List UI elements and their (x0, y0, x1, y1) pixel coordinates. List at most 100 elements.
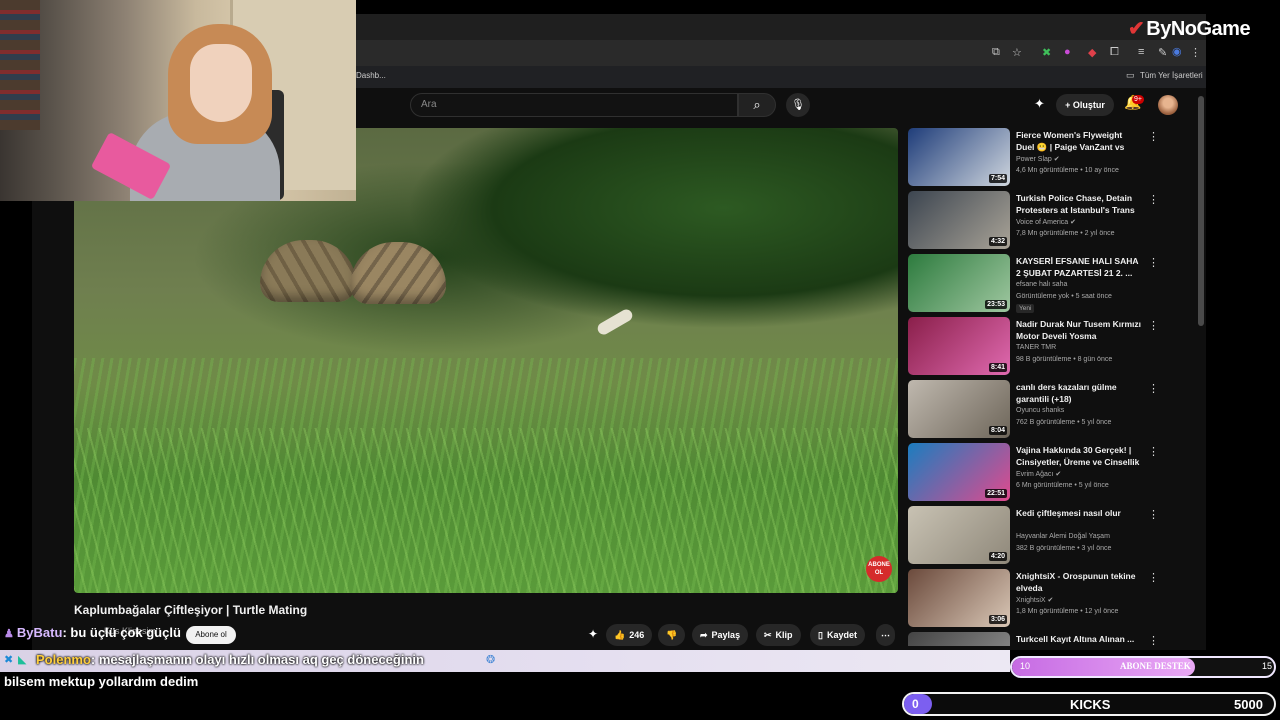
recommended-video[interactable]: 23:53 KAYSERİ EFSANE HALI SAHA 2 ŞUBAT PA… (908, 254, 1196, 314)
bookshelf (0, 0, 40, 130)
more-vertical-icon[interactable]: ⋮ (1148, 382, 1159, 395)
webcam-overlay (0, 0, 356, 201)
grass (74, 428, 898, 593)
recommended-video-title[interactable]: Turkish Police Chase, Detain Protesters … (1016, 192, 1142, 216)
video-duration: 8:04 (988, 426, 1007, 435)
more-vertical-icon[interactable]: ⋮ (1148, 130, 1159, 143)
create-button[interactable]: + Oluştur (1056, 94, 1114, 116)
bookmark-item[interactable]: Dashb... (356, 71, 386, 80)
extensions-puzzle-icon[interactable]: ⧠ (1110, 46, 1119, 59)
recommended-video[interactable]: 7:54 Fierce Women's Flyweight Duel 😬 | Pa… (908, 128, 1196, 188)
more-vertical-icon[interactable]: ⋮ (1148, 445, 1159, 458)
channel-name-text: Voice of America (1016, 219, 1069, 226)
more-vertical-icon[interactable]: ⋮ (1148, 634, 1159, 646)
recommended-video-title[interactable]: Fierce Women's Flyweight Duel 😬 | Paige … (1016, 129, 1142, 153)
video-meta: 7,8 Mn görüntüleme • 2 yıl önce (1016, 230, 1115, 237)
channel-name-text: Power Slap (1016, 156, 1052, 163)
recommended-channel[interactable]: Oyuncu shanks (1016, 407, 1064, 414)
scrollbar[interactable] (1198, 96, 1204, 326)
recommended-channel[interactable]: Hayvanlar Alemi Doğal Yaşam (1016, 533, 1110, 540)
channel-name-text: Evrim Ağacı (1016, 471, 1054, 478)
recommended-channel[interactable]: Power Slap ✔ (1016, 155, 1060, 163)
recommended-video[interactable]: 3:06 XnightsiX - Orospunun tekine elveda X… (908, 569, 1196, 629)
create-label: Oluştur (1072, 100, 1105, 110)
cast-icon[interactable]: ⧉ (992, 46, 1000, 59)
more-actions-button[interactable]: ⋯ (876, 624, 895, 646)
dislike-button[interactable]: 👎 (658, 624, 686, 646)
all-bookmarks-link[interactable]: Tüm Yer İşaretleri (1140, 71, 1203, 80)
more-vertical-icon[interactable]: ⋮ (1148, 193, 1159, 206)
recommended-video-title[interactable]: Turkcell Kayıt Altına Alınan ... (1016, 633, 1142, 645)
recommended-video-title[interactable]: KAYSERİ EFSANE HALI SAHA 2 ŞUBAT PAZARTE… (1016, 255, 1142, 279)
chat-username: Polenmo (36, 652, 91, 667)
video-duration: 22:51 (985, 489, 1007, 498)
recommended-video[interactable]: Turkcell Kayıt Altına Alınan ... ⋮ (908, 632, 1196, 646)
search-input[interactable]: Ara (410, 93, 738, 117)
recommended-channel[interactable]: Voice of America ✔ (1016, 218, 1076, 226)
plus-icon: + (1065, 100, 1073, 110)
bookmark-star-icon[interactable]: ☆ (1012, 46, 1022, 59)
channel-name-text: Hayvanlar Alemi Doğal Yaşam (1016, 533, 1110, 540)
video-thumbnail[interactable]: 8:41 (908, 317, 1010, 375)
extension-icon[interactable]: ✖ (1042, 46, 1051, 59)
extension-icon[interactable]: ● (1064, 46, 1071, 58)
recommended-video[interactable]: 22:51 Vajina Hakkında 30 Gerçek! | Cinsiy… (908, 443, 1196, 503)
streamer-face (190, 44, 252, 122)
video-create-icon[interactable]: ✦ (1034, 96, 1045, 112)
recommended-video-title[interactable]: Kedi çiftleşmesi nasıl olur (1016, 507, 1142, 519)
media-control-icon[interactable]: ≡ (1138, 46, 1144, 58)
notification-badge: 9+ (1132, 95, 1144, 104)
leaf (595, 307, 635, 337)
recommended-video-title[interactable]: XnightsiX - Orospunun tekine elveda (1016, 570, 1142, 594)
edit-icon[interactable]: ✎ (1158, 46, 1167, 59)
scissors-icon: ✂ (764, 630, 772, 640)
recommended-video[interactable]: 4:32 Turkish Police Chase, Detain Protest… (908, 191, 1196, 251)
video-thumbnail[interactable]: 22:51 (908, 443, 1010, 501)
more-vertical-icon[interactable]: ⋮ (1148, 256, 1159, 269)
more-vertical-icon[interactable]: ⋮ (1148, 508, 1159, 521)
video-thumbnail[interactable]: 3:06 (908, 569, 1010, 627)
save-button[interactable]: ▯ Kaydet (810, 624, 865, 646)
chat-message-continuation: bilsem mektup yollardım dedim (4, 674, 199, 689)
recommendations-sidebar: 7:54 Fierce Women's Flyweight Duel 😬 | Pa… (908, 128, 1196, 646)
ask-ai-icon[interactable]: ✦ (588, 627, 598, 641)
recommended-channel[interactable]: Evrim Ağacı ✔ (1016, 470, 1061, 478)
more-vertical-icon[interactable]: ⋮ (1148, 319, 1159, 332)
recommended-video[interactable]: 8:41 Nadir Durak Nur Tusem Kırmızı Motor … (908, 317, 1196, 377)
recommended-channel[interactable]: XnightsiX ✔ (1016, 596, 1053, 604)
microphone-icon[interactable]: 🎙 (786, 93, 810, 117)
subscriber-goal-bar: 10 ABONE DESTEK 15 (1010, 656, 1276, 678)
thumb-up-icon: 👍 (614, 630, 626, 640)
clip-button[interactable]: ✂ Klip (756, 624, 801, 646)
subscribe-watermark[interactable]: ABONE OL (866, 556, 892, 582)
like-button[interactable]: 👍 246 (606, 624, 653, 646)
recommended-video-title[interactable]: canlı ders kazaları gülme garantili (+18… (1016, 381, 1142, 405)
recommended-channel[interactable]: TANER TMR (1016, 344, 1056, 351)
share-button[interactable]: ➦ Paylaş (692, 624, 749, 646)
video-duration: 4:20 (988, 552, 1007, 561)
chat-message: Polenmo: mesajlaşmanın olayı hızlı olmas… (36, 652, 424, 667)
video-meta: Görüntüleme yok • 5 saat önce (1016, 293, 1112, 300)
menu-kebab-icon[interactable]: ⋮ (1190, 46, 1201, 59)
video-thumbnail[interactable] (908, 632, 1010, 646)
recommended-channel[interactable]: efsane halı saha (1016, 281, 1067, 288)
recommended-video[interactable]: 8:04 canlı ders kazaları gülme garantili … (908, 380, 1196, 440)
video-thumbnail[interactable]: 23:53 (908, 254, 1010, 312)
video-thumbnail[interactable]: 7:54 (908, 128, 1010, 186)
video-thumbnail[interactable]: 8:04 (908, 380, 1010, 438)
extension-icon[interactable]: ◆ (1088, 46, 1096, 59)
avatar[interactable] (1158, 95, 1178, 115)
subscribe-button[interactable]: Abone ol (186, 626, 236, 644)
recommended-video[interactable]: 4:20 Kedi çiftleşmesi nasıl olur Hayvanlar… (908, 506, 1196, 566)
logo-text: ByNoGame (1146, 18, 1251, 40)
recommended-video-title[interactable]: Vajina Hakkında 30 Gerçek! | Cinsiyetler… (1016, 444, 1142, 468)
search-icon[interactable]: ⌕ (738, 93, 776, 117)
recommended-video-title[interactable]: Nadir Durak Nur Tusem Kırmızı Motor Deve… (1016, 318, 1142, 342)
more-vertical-icon[interactable]: ⋮ (1148, 571, 1159, 584)
profile-icon[interactable]: ◉ (1172, 45, 1182, 58)
video-thumbnail[interactable]: 4:32 (908, 191, 1010, 249)
video-thumbnail[interactable]: 4:20 (908, 506, 1010, 564)
verified-icon: ✔ (1070, 219, 1076, 226)
bookmarks-bar: Dashb... ▭ Tüm Yer İşaretleri (356, 66, 1206, 88)
badge-icon: ✖ (4, 654, 14, 666)
